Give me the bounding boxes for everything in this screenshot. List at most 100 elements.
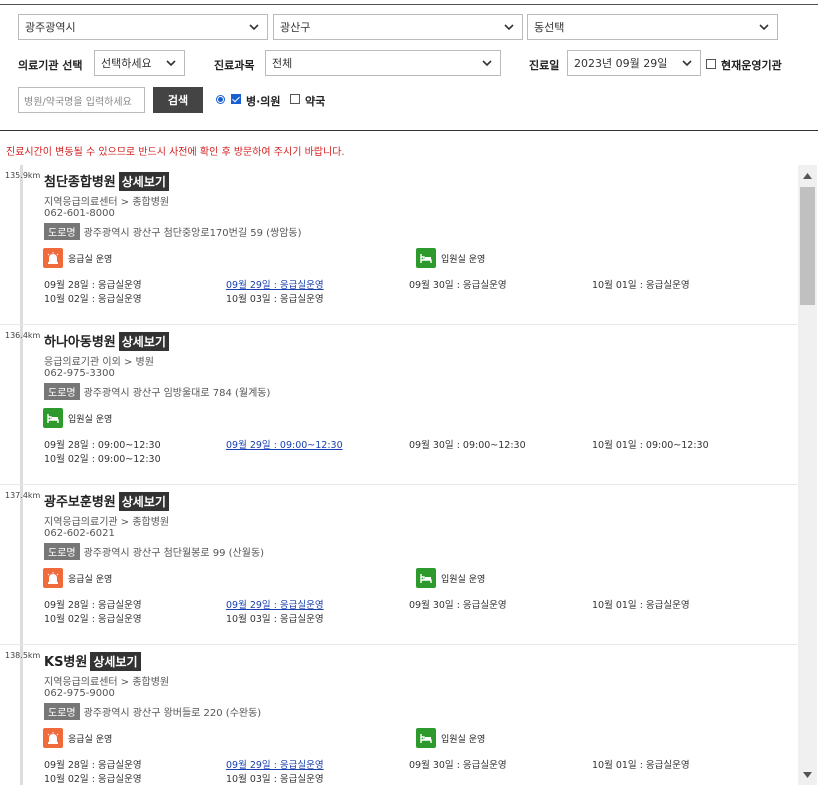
schedule-item: 09월 30일 : 응급실운영 bbox=[409, 760, 507, 771]
inpatient-feature: 입원실 운영 bbox=[416, 728, 485, 748]
distance: 137.4km bbox=[5, 491, 41, 500]
siren-icon bbox=[43, 568, 63, 588]
pharmacy-checkbox-label: 약국 bbox=[305, 95, 326, 108]
hospital-category: 지역응급의료센터 > 종합병원 bbox=[44, 197, 170, 208]
hospital-category: 지역응급의료센터 > 종합병원 bbox=[44, 677, 170, 688]
schedule-item: 09월 28일 : 응급실운영 bbox=[44, 760, 142, 771]
distance: 138.5km bbox=[5, 651, 41, 660]
open-now-checkbox[interactable] bbox=[706, 59, 716, 69]
emergency-feature: 응급실 운영 bbox=[43, 568, 112, 588]
schedule-item: 10월 03일 : 응급실운영 bbox=[226, 294, 324, 305]
emergency-label: 응급실 운영 bbox=[68, 734, 113, 745]
notice-text: 진료시간이 변동될 수 있으므로 반드시 사전에 확인 후 방문하여 주시기 바… bbox=[6, 147, 345, 158]
detail-button[interactable]: 상세보기 bbox=[90, 652, 141, 671]
inpatient-feature: 입원실 운영 bbox=[416, 248, 485, 268]
list-item: 136.4km 하나아동병원 상세보기 응급의료기관 이외 > 병원 062-97… bbox=[0, 325, 797, 485]
hospital-phone: 062-975-9000 bbox=[44, 688, 115, 699]
hospital-name: KS병원 상세보기 bbox=[44, 651, 141, 671]
schedule-item: 09월 30일 : 09:00~12:30 bbox=[409, 440, 526, 451]
hospital-address: 도로명 광주광역시 광산구 첨단중앙로170번길 59 (쌍암동) bbox=[44, 223, 302, 240]
department-label: 진료과목 bbox=[214, 59, 255, 72]
hospital-checkbox[interactable] bbox=[231, 94, 241, 104]
detail-button[interactable]: 상세보기 bbox=[118, 332, 169, 351]
list-item: 138.5km KS병원 상세보기 지역응급의료센터 > 종합병원 062-975… bbox=[0, 645, 797, 785]
institution-select[interactable]: 선택하세요 bbox=[94, 50, 185, 76]
address-text: 광주광역시 광산구 첨단중앙로170번길 59 (쌍암동) bbox=[83, 228, 302, 239]
date-select[interactable]: 2023년 09월 29일 bbox=[567, 50, 701, 76]
scroll-down-arrow-icon[interactable] bbox=[798, 766, 817, 783]
hospital-name-text: 광주보훈병원 bbox=[44, 495, 116, 510]
inpatient-label: 입원실 운영 bbox=[441, 254, 486, 265]
search-input[interactable]: 병원/약국명을 입력하세요 bbox=[18, 87, 145, 113]
inpatient-feature: 입원실 운영 bbox=[416, 568, 485, 588]
inpatient-label: 입원실 운영 bbox=[68, 414, 113, 425]
list-scrollbar[interactable] bbox=[798, 165, 817, 785]
distance: 136.4km bbox=[5, 331, 41, 340]
region-select-value: 광주광역시 bbox=[25, 21, 76, 34]
siren-icon bbox=[43, 728, 63, 748]
date-select-value: 2023년 09월 29일 bbox=[574, 57, 668, 70]
department-select[interactable]: 전체 bbox=[265, 50, 501, 76]
chevron-down-icon bbox=[682, 60, 692, 67]
hospital-checkbox-label: 병·의원 bbox=[246, 95, 281, 108]
department-select-value: 전체 bbox=[272, 57, 293, 70]
bed-icon bbox=[43, 408, 63, 428]
hospital-category: 지역응급의료기관 > 종합병원 bbox=[44, 517, 170, 528]
detail-button[interactable]: 상세보기 bbox=[118, 492, 169, 511]
emergency-label: 응급실 운영 bbox=[68, 254, 113, 265]
emergency-feature: 응급실 운영 bbox=[43, 728, 112, 748]
hospital-phone: 062-602-6021 bbox=[44, 528, 115, 539]
chevron-down-icon bbox=[482, 60, 492, 67]
schedule-item: 10월 02일 : 응급실운영 bbox=[44, 774, 142, 785]
scroll-up-arrow-icon[interactable] bbox=[798, 167, 817, 184]
schedule-item: 10월 01일 : 응급실운영 bbox=[592, 600, 690, 611]
dong-select-value: 동선택 bbox=[534, 21, 565, 34]
chevron-down-icon bbox=[759, 24, 769, 31]
schedule-item: 10월 02일 : 응급실운영 bbox=[44, 294, 142, 305]
district-select-value: 광산구 bbox=[280, 21, 311, 34]
schedule-item-today[interactable]: 09월 29일 : 응급실운영 bbox=[226, 757, 324, 771]
hospital-category: 응급의료기관 이외 > 병원 bbox=[44, 357, 154, 368]
schedule-item: 09월 30일 : 응급실운영 bbox=[409, 600, 507, 611]
type-radio[interactable] bbox=[216, 95, 225, 104]
hospital-name: 광주보훈병원 상세보기 bbox=[44, 491, 169, 511]
schedule-item: 09월 30일 : 응급실운영 bbox=[409, 280, 507, 291]
hospital-list: 135.9km 첨단종합병원 상세보기 지역응급의료센터 > 종합병원 062-6… bbox=[0, 165, 797, 785]
schedule-item: 10월 01일 : 응급실운영 bbox=[592, 280, 690, 291]
hospital-name: 하나아동병원 상세보기 bbox=[44, 331, 169, 351]
hospital-address: 도로명 광주광역시 광산구 임방울대로 784 (월계동) bbox=[44, 383, 270, 400]
hospital-address: 도로명 광주광역시 광산구 첨단월봉로 99 (산월동) bbox=[44, 543, 264, 560]
hospital-name: 첨단종합병원 상세보기 bbox=[44, 171, 169, 191]
bed-icon bbox=[416, 568, 436, 588]
district-select[interactable]: 광산구 bbox=[273, 14, 523, 40]
schedule-item: 09월 28일 : 응급실운영 bbox=[44, 600, 142, 611]
search-button[interactable]: 검색 bbox=[153, 87, 203, 113]
dong-select[interactable]: 동선택 bbox=[527, 14, 778, 40]
schedule-item-today[interactable]: 09월 29일 : 09:00~12:30 bbox=[226, 437, 343, 451]
top-divider bbox=[0, 4, 818, 5]
road-tag: 도로명 bbox=[44, 223, 80, 240]
hospital-phone: 062-975-3300 bbox=[44, 368, 115, 379]
schedule-item: 09월 28일 : 09:00~12:30 bbox=[44, 440, 161, 451]
list-item: 135.9km 첨단종합병원 상세보기 지역응급의료센터 > 종합병원 062-6… bbox=[0, 165, 797, 325]
scrollbar-thumb[interactable] bbox=[800, 187, 815, 305]
schedule-item: 10월 03일 : 응급실운영 bbox=[226, 774, 324, 785]
road-tag: 도로명 bbox=[44, 543, 80, 560]
schedule-item-today[interactable]: 09월 29일 : 응급실운영 bbox=[226, 277, 324, 291]
hospital-phone: 062-601-8000 bbox=[44, 208, 115, 219]
hospital-name-text: KS병원 bbox=[44, 655, 88, 670]
siren-icon bbox=[43, 248, 63, 268]
chevron-down-icon bbox=[166, 60, 176, 67]
institution-label: 의료기관 선택 bbox=[18, 59, 83, 72]
inpatient-feature: 입원실 운영 bbox=[43, 408, 112, 428]
address-text: 광주광역시 광산구 왕버들로 220 (수완동) bbox=[83, 708, 262, 719]
region-select[interactable]: 광주광역시 bbox=[18, 14, 268, 40]
bed-icon bbox=[416, 248, 436, 268]
pharmacy-checkbox[interactable] bbox=[290, 94, 300, 104]
chevron-down-icon bbox=[249, 24, 259, 31]
schedule-item-today[interactable]: 09월 29일 : 응급실운영 bbox=[226, 597, 324, 611]
list-item: 137.4km 광주보훈병원 상세보기 지역응급의료기관 > 종합병원 062-6… bbox=[0, 485, 797, 645]
hospital-name-text: 하나아동병원 bbox=[44, 335, 116, 350]
filter-divider bbox=[0, 130, 818, 131]
detail-button[interactable]: 상세보기 bbox=[118, 172, 169, 191]
